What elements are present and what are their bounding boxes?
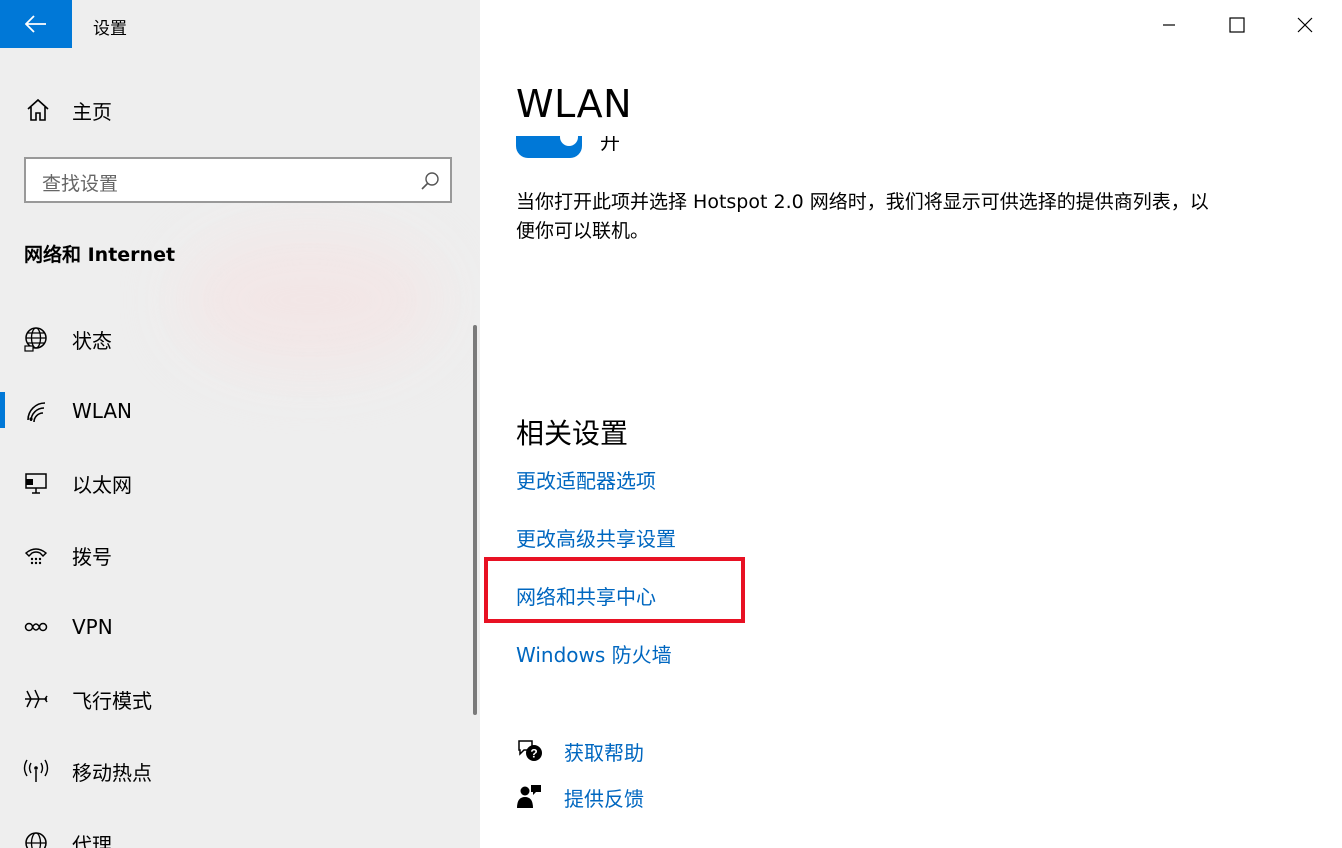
maximize-icon <box>1229 17 1245 33</box>
app-title: 设置 <box>93 19 127 39</box>
dialup-icon <box>22 541 50 569</box>
back-arrow-icon <box>25 15 46 33</box>
minimize-button[interactable] <box>1136 0 1202 50</box>
minimize-icon <box>1163 24 1175 26</box>
link-windows-firewall[interactable]: Windows 防火墙 <box>516 639 672 668</box>
sidebar-item-label: 移动热点 <box>72 760 152 785</box>
wifi-icon <box>22 397 50 425</box>
toggle-knob <box>560 136 578 146</box>
hotspot-description: 当你打开此项并选择 Hotspot 2.0 网络时，我们将显示可供选择的提供商列… <box>516 191 1209 242</box>
sidebar-item-airplane[interactable]: 飞行模式 <box>0 673 470 725</box>
sidebar-item-label: VPN <box>72 615 113 639</box>
sidebar-item-status[interactable]: 状态 <box>0 313 470 365</box>
sidebar-item-ethernet[interactable]: 以太网 <box>0 457 470 509</box>
wlan-toggle-switch[interactable] <box>516 136 582 158</box>
sidebar-item-wlan[interactable]: WLAN <box>0 385 470 437</box>
sidebar-item-label: 代理 <box>72 832 112 848</box>
sidebar-item-hotspot[interactable]: 移动热点 <box>0 745 470 797</box>
page-title: WLAN <box>516 82 633 126</box>
link-network-sharing-center[interactable]: 网络和共享中心 <box>516 581 656 610</box>
sidebar-item-label: 以太网 <box>72 472 132 497</box>
close-button[interactable] <box>1272 0 1338 50</box>
sidebar-item-label: 状态 <box>72 328 112 353</box>
sidebar-item-home[interactable]: 主页 <box>24 94 324 126</box>
vpn-icon <box>22 613 50 641</box>
maximize-button[interactable] <box>1204 0 1270 50</box>
link-advanced-sharing[interactable]: 更改高级共享设置 <box>516 523 676 552</box>
toggle-state-label: 开 <box>600 136 620 154</box>
main-content: WLAN 开 当你打开此项并选择 Hotspot 2.0 网络时，我们将显示可供… <box>480 0 1342 848</box>
get-help-link[interactable]: 获取帮助 <box>564 737 644 766</box>
sidebar-item-label: 飞行模式 <box>72 688 152 713</box>
home-icon <box>24 96 52 124</box>
sidebar: 设置 主页 查找设置 网络和 Internet 状态 WLAN 以太网 拨号 V… <box>0 0 480 848</box>
home-label: 主页 <box>72 99 112 124</box>
svg-text:?: ? <box>530 747 537 761</box>
close-icon <box>1297 17 1313 33</box>
ethernet-icon <box>22 469 50 497</box>
back-button[interactable] <box>0 0 72 48</box>
feedback-icon <box>516 783 544 811</box>
airplane-icon <box>22 685 50 713</box>
section-title: 网络和 Internet <box>24 244 176 266</box>
sidebar-item-proxy[interactable]: 代理 <box>0 817 470 848</box>
search-placeholder: 查找设置 <box>42 173 119 195</box>
hotspot-icon <box>22 757 50 785</box>
globe-status-icon <box>22 325 50 353</box>
search-input[interactable]: 查找设置 <box>24 157 452 203</box>
sidebar-item-vpn[interactable]: VPN <box>0 601 470 653</box>
get-help-row[interactable]: ? 获取帮助 <box>516 736 644 766</box>
sidebar-item-label: 拨号 <box>72 544 112 569</box>
sidebar-item-dialup[interactable]: 拨号 <box>0 529 470 581</box>
sidebar-scrollbar[interactable] <box>473 325 477 715</box>
feedback-row[interactable]: 提供反馈 <box>516 782 644 812</box>
feedback-link[interactable]: 提供反馈 <box>564 783 644 812</box>
search-icon[interactable] <box>420 171 440 195</box>
sidebar-item-label: WLAN <box>72 399 133 423</box>
proxy-globe-icon <box>22 829 50 848</box>
related-settings-title: 相关设置 <box>516 417 629 450</box>
help-chat-icon: ? <box>516 737 544 765</box>
link-adapter-options[interactable]: 更改适配器选项 <box>516 465 656 494</box>
